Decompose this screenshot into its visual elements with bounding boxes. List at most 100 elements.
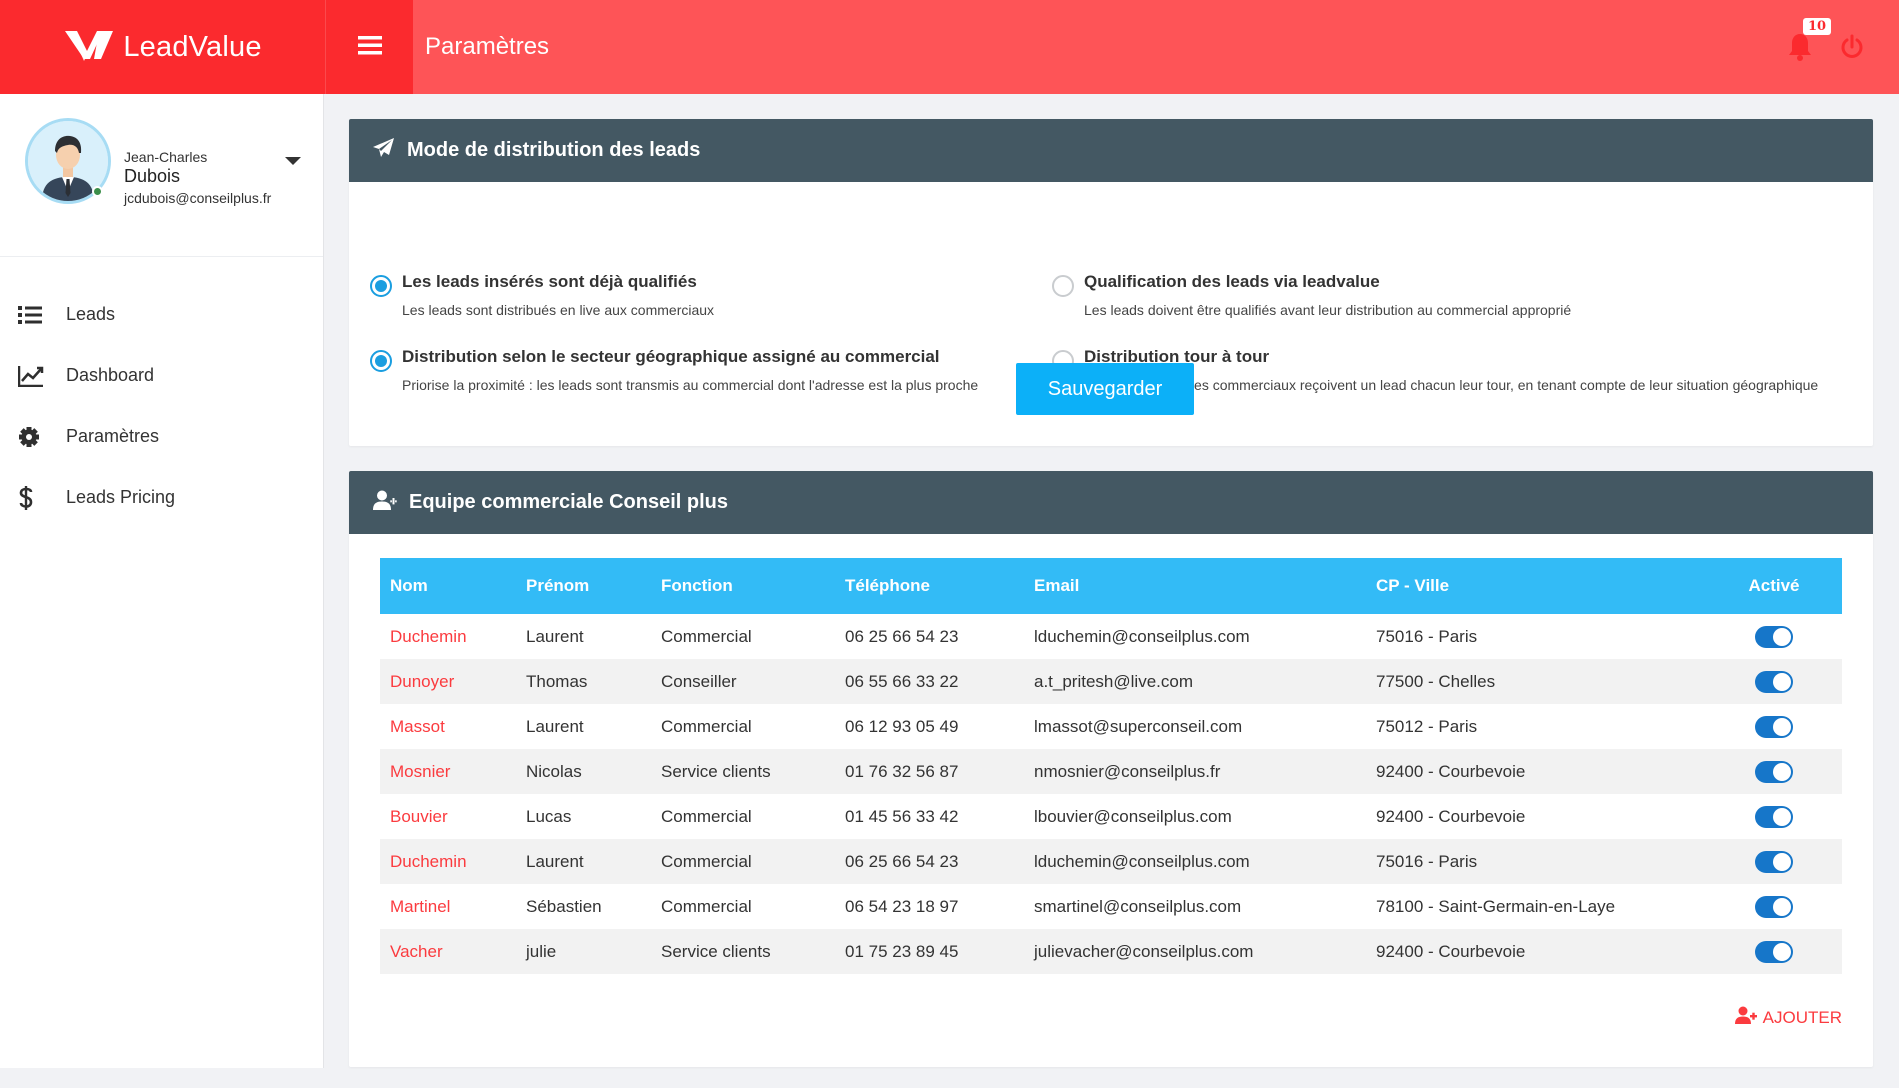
cell-email: lmassot@superconseil.com [1034,716,1243,736]
table-row: Mosnier Nicolas Service clients 01 76 32… [380,749,1842,794]
gear-icon [18,425,46,449]
sidebar-item-leads[interactable]: Leads [0,284,323,345]
panel-header: Mode de distribution des leads [349,119,1873,182]
table-header-row: Nom Prénom Fonction Téléphone Email CP -… [380,558,1842,614]
active-toggle[interactable] [1755,805,1793,828]
user-email: jcdubois@conseilplus.fr [124,190,272,206]
cell-email: a.t_pritesh@live.com [1024,659,1366,704]
option-secteur-geographique[interactable]: Distribution selon le secteur géographiq… [370,347,978,393]
cell-cp-ville: 75016 - Paris [1376,626,1478,646]
cell-nom[interactable]: Massot [380,704,516,749]
cell-telephone: 06 12 93 05 49 [845,716,959,736]
column-header-email[interactable]: Email [1024,558,1366,614]
radio-button[interactable] [370,350,392,372]
cell-fonction: Commercial [661,716,752,736]
user-menu-caret-icon[interactable] [285,157,301,165]
active-toggle[interactable] [1755,715,1793,738]
active-toggle[interactable] [1755,850,1793,873]
cell-active [1706,794,1842,839]
cell-nom[interactable]: Martinel [380,884,516,929]
cell-email: smartinel@conseilplus.com [1034,896,1242,916]
table-row: Duchemin Laurent Commercial 06 25 66 54 … [380,614,1842,659]
radio-button[interactable] [370,275,392,297]
chart-line-icon [18,364,46,388]
cell-prenom: Nicolas [516,749,651,794]
active-toggle[interactable] [1755,895,1793,918]
column-header-telephone[interactable]: Téléphone [835,558,1024,614]
cell-nom[interactable]: Duchemin [380,614,516,659]
option-title: Les leads insérés sont déjà qualifiés [402,272,697,291]
column-header-nom[interactable]: Nom [380,558,516,614]
option-description: Priorise l'équité : les commerciaux reço… [1084,377,1819,393]
cell-telephone: 01 75 23 89 45 [835,929,1024,974]
menu-toggle-button[interactable] [325,0,413,94]
user-last-name: Dubois [124,166,181,186]
column-header-active[interactable]: Activé [1706,558,1842,614]
table-row: Martinel Sébastien Commercial 06 54 23 1… [380,884,1842,929]
option-description: Priorise la proximité : les leads sont t… [402,377,979,393]
column-header-fonction[interactable]: Fonction [651,558,835,614]
sales-team-panel: Equipe commerciale Conseil plus Nom Prén… [349,471,1873,1067]
cell-active [1706,929,1842,974]
online-status-dot [92,186,103,197]
active-toggle[interactable] [1755,670,1793,693]
column-header-cp-ville[interactable]: CP - Ville [1366,558,1706,614]
active-toggle[interactable] [1755,760,1793,783]
sidebar-item-label: Leads Pricing [66,487,176,507]
cell-telephone: 06 25 66 54 23 [845,626,959,646]
cell-nom[interactable]: Duchemin [380,839,516,884]
option-description: Les leads sont distribués en live aux co… [402,302,715,318]
bell-icon [1787,34,1813,66]
cell-cp-ville: 78100 - Saint-Germain-en-Laye [1376,896,1616,916]
user-plus-icon [373,490,398,515]
cell-nom[interactable]: Mosnier [380,749,516,794]
sidebar-item-parametres[interactable]: Paramètres [0,406,323,467]
cell-prenom: Sébastien [526,896,602,916]
sidebar-item-dashboard[interactable]: Dashboard [0,345,323,406]
cell-email: julievacher@conseilplus.com [1024,929,1366,974]
option-qualification-leadvalue[interactable]: Qualification des leads via leadvalue Le… [1052,272,1571,318]
table-row: Dunoyer Thomas Conseiller 06 55 66 33 22… [380,659,1842,704]
power-icon [1839,34,1865,64]
dollar-icon [18,485,46,510]
cell-active [1706,614,1842,659]
cell-nom[interactable]: Bouvier [380,794,516,839]
notifications-button[interactable]: 10 [1787,18,1832,62]
sidebar-item-leads-pricing[interactable]: Leads Pricing [0,467,323,528]
distribution-mode-panel: Mode de distribution des leads Les leads… [349,119,1873,446]
option-title: Distribution selon le secteur géographiq… [402,347,940,366]
panel-title: Mode de distribution des leads [407,139,701,161]
cell-prenom: Laurent [526,626,584,646]
cell-fonction: Commercial [661,896,752,916]
cell-cp-ville: 77500 - Chelles [1366,659,1706,704]
option-leads-qualifies[interactable]: Les leads insérés sont déjà qualifiés Le… [370,272,714,318]
logout-button[interactable] [1839,34,1865,60]
option-title: Qualification des leads via leadvalue [1084,272,1380,291]
cell-fonction: Commercial [651,839,835,884]
cell-fonction: Commercial [661,806,752,826]
cell-email: lduchemin@conseilplus.com [1024,839,1366,884]
list-icon [18,303,46,327]
cell-cp-ville: 92400 - Courbevoie [1366,749,1706,794]
cell-cp-ville: 75012 - Paris [1376,716,1478,736]
user-plus-icon [1734,1006,1757,1029]
radio-button[interactable] [1052,275,1074,297]
cell-nom[interactable]: Vacher [380,929,516,974]
hamburger-icon [357,35,382,60]
cell-active [1706,749,1842,794]
cell-email: lbouvier@conseilplus.com [1034,806,1232,826]
cell-telephone: 01 45 56 33 42 [845,806,959,826]
add-member-button[interactable]: AJOUTER [1734,1006,1842,1029]
active-toggle[interactable] [1755,625,1793,648]
cell-prenom: Laurent [516,839,651,884]
save-button[interactable]: Sauvegarder [1016,363,1194,415]
brand[interactable]: LeadValue [0,0,325,94]
cell-active [1706,659,1842,704]
cell-telephone: 06 25 66 54 23 [835,839,1024,884]
sidebar-item-label: Paramètres [66,426,160,446]
cell-telephone: 06 54 23 18 97 [845,896,959,916]
team-table: Nom Prénom Fonction Téléphone Email CP -… [380,558,1842,974]
cell-nom[interactable]: Dunoyer [380,659,516,704]
active-toggle[interactable] [1755,940,1793,963]
column-header-prenom[interactable]: Prénom [516,558,651,614]
